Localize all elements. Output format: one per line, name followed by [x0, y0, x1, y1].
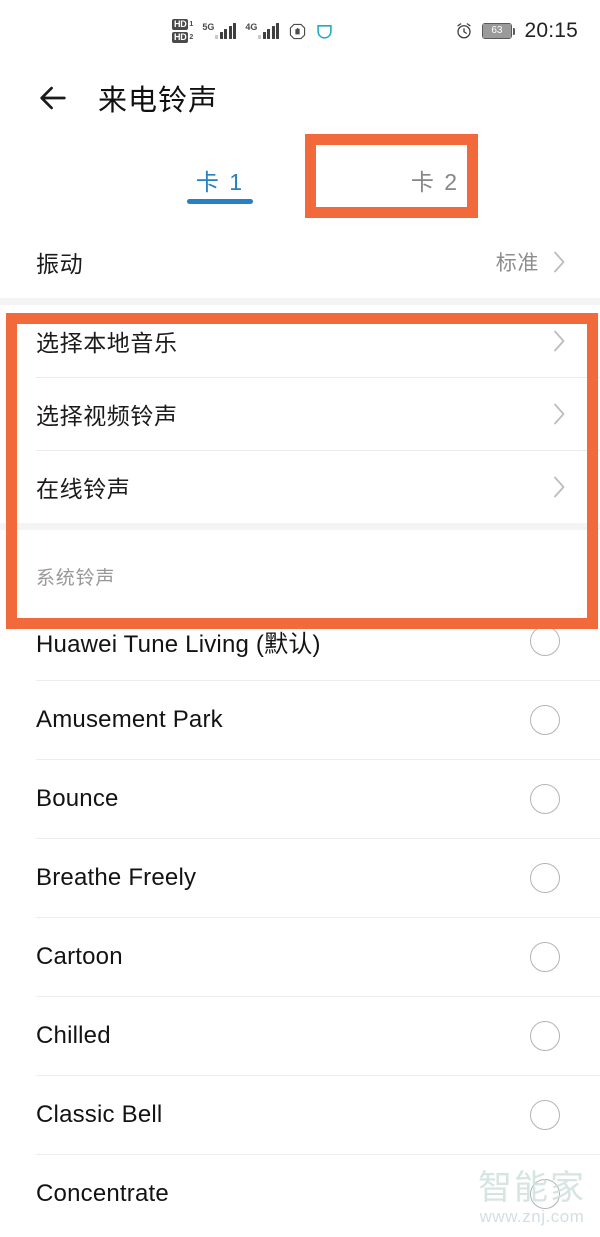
list-item[interactable]: Bounce	[0, 760, 600, 838]
ringtone-radio[interactable]	[530, 626, 560, 656]
ringtone-name: Amusement Park	[36, 706, 223, 733]
alarm-clock-icon	[457, 23, 471, 39]
select-local-music-label: 选择本地音乐	[36, 330, 178, 356]
ringtone-radio[interactable]	[530, 1179, 560, 1209]
battery-percent-label: 63	[482, 24, 511, 38]
list-item[interactable]: Breathe Freely	[0, 839, 600, 917]
vibration-label: 振动	[36, 251, 84, 277]
ringtone-name: Chilled	[36, 1022, 111, 1049]
status-bar-left-icons: HD 1 HD 2 5G 4G	[172, 19, 333, 43]
list-item[interactable]: Chilled	[0, 997, 600, 1075]
status-bar-right-icons: 63 20:15	[455, 19, 578, 43]
list-item[interactable]: Cartoon	[0, 918, 600, 996]
signal-bars-sim1-icon	[215, 23, 237, 39]
online-ringtone-row[interactable]: 在线铃声	[0, 451, 600, 523]
ringtone-radio[interactable]	[530, 784, 560, 814]
ringtone-radio[interactable]	[530, 863, 560, 893]
tab-sim-2-label: 卡 2	[410, 169, 460, 195]
hd-sim2-index: 2	[189, 33, 194, 41]
vibration-value: 标准	[495, 252, 539, 275]
status-bar: HD 1 HD 2 5G 4G 63 20:15	[0, 0, 600, 62]
ringtone-radio[interactable]	[530, 1021, 560, 1051]
hd-badge-label: HD	[172, 19, 189, 30]
ringtone-name: Bounce	[36, 785, 119, 812]
battery-icon: 63	[481, 23, 516, 39]
ringtone-radio[interactable]	[530, 942, 560, 972]
network-type-sim1: 5G	[202, 22, 215, 32]
list-item[interactable]: Huawei Tune Living (默认)	[0, 602, 600, 680]
hd-sim1-icon: HD 1	[172, 19, 193, 30]
ringtone-radio[interactable]	[530, 705, 560, 735]
signal-sim1: 5G	[202, 22, 237, 39]
list-item[interactable]: Concentrate	[0, 1155, 600, 1233]
ringtone-radio[interactable]	[530, 1100, 560, 1130]
battery-body: 63	[481, 23, 512, 39]
ringtone-name: Breathe Freely	[36, 864, 197, 891]
signal-sim2: 4G	[245, 22, 280, 39]
select-video-ringtone-row[interactable]: 选择视频铃声	[0, 378, 600, 450]
sim-tab-bar: 卡 1 卡 2	[0, 134, 600, 226]
section-gap-2	[0, 523, 600, 530]
page-title: 来电铃声	[98, 85, 219, 117]
shield-icon	[317, 24, 332, 39]
tab-active-indicator	[187, 199, 253, 204]
ringtone-name: Huawei Tune Living (默认)	[36, 630, 321, 658]
app-bar: 来电铃声	[0, 62, 600, 134]
online-ringtone-label: 在线铃声	[36, 476, 131, 502]
ringtone-name: Cartoon	[36, 943, 123, 970]
ringtone-name: Classic Bell	[36, 1101, 163, 1128]
tab-sim-2[interactable]: 卡 2	[345, 134, 525, 226]
battery-tip	[512, 27, 516, 35]
clock-label: 20:15	[524, 19, 578, 42]
hand-stop-icon	[290, 23, 306, 39]
section-gap-1	[0, 298, 600, 305]
back-arrow-icon[interactable]	[36, 81, 70, 115]
signal-bars-sim2-icon	[258, 23, 280, 39]
vibration-section: 振动 标准	[0, 226, 600, 298]
system-ringtone-list: Huawei Tune Living (默认) Amusement Park B…	[0, 602, 600, 1233]
network-type-sim2: 4G	[245, 22, 258, 32]
chevron-right-icon	[554, 330, 565, 352]
system-ringtones-header-label: 系统铃声	[36, 568, 116, 589]
system-ringtones-header: 系统铃声	[0, 530, 600, 602]
hd-sim1-index: 1	[189, 20, 194, 28]
hd-badge-label-2: HD	[172, 32, 189, 43]
hd-sim2-icon: HD 2	[172, 32, 193, 43]
tab-sim-1-label: 卡 1	[195, 169, 245, 195]
list-item[interactable]: Amusement Park	[0, 681, 600, 759]
list-item[interactable]: Classic Bell	[0, 1076, 600, 1154]
chevron-right-icon	[554, 476, 565, 498]
vibration-row[interactable]: 振动 标准	[0, 226, 600, 298]
volte-hd-icons: HD 1 HD 2	[172, 19, 193, 43]
tab-sim-1[interactable]: 卡 1	[130, 134, 310, 226]
select-video-ringtone-label: 选择视频铃声	[36, 403, 178, 429]
select-local-music-row[interactable]: 选择本地音乐	[0, 305, 600, 377]
ringtone-source-section: 选择本地音乐 选择视频铃声 在线铃声	[0, 305, 600, 523]
chevron-right-icon	[554, 403, 565, 425]
chevron-right-icon	[554, 251, 565, 273]
ringtone-name: Concentrate	[36, 1180, 169, 1207]
